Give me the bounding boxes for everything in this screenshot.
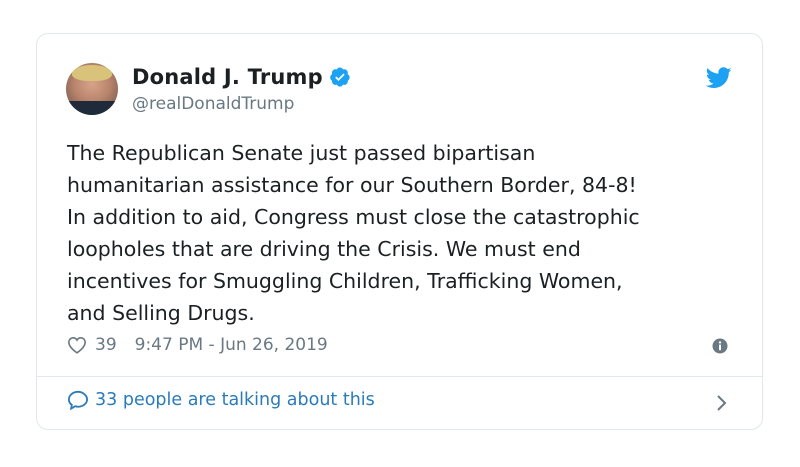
author-name[interactable]: Donald J. Trump [132, 65, 323, 89]
talking-about-link[interactable]: 33 people are talking about this [67, 390, 375, 410]
tweet-meta: 39 9:47 PM - Jun 26, 2019 [67, 335, 328, 355]
avatar-hair [72, 65, 112, 81]
twitter-bird-icon[interactable] [706, 67, 732, 89]
avatar-suit [66, 101, 118, 115]
heart-icon[interactable] [67, 336, 87, 354]
divider [37, 376, 762, 377]
author-avatar[interactable] [66, 63, 118, 115]
speech-bubble-icon [67, 390, 89, 410]
chevron-right-icon[interactable] [715, 394, 727, 412]
info-icon[interactable] [712, 338, 728, 354]
author-name-row[interactable]: Donald J. Trump [132, 65, 351, 89]
talking-about-text[interactable]: 33 people are talking about this [95, 390, 375, 410]
verified-badge-icon [330, 67, 350, 87]
tweet-timestamp[interactable]: 9:47 PM - Jun 26, 2019 [135, 335, 328, 355]
tweet-text: The Republican Senate just passed bipart… [67, 141, 640, 325]
tweet-card: Donald J. Trump @realDonaldTrump The Rep… [36, 33, 763, 430]
like-count[interactable]: 39 [95, 335, 117, 355]
author-handle[interactable]: @realDonaldTrump [132, 94, 294, 114]
